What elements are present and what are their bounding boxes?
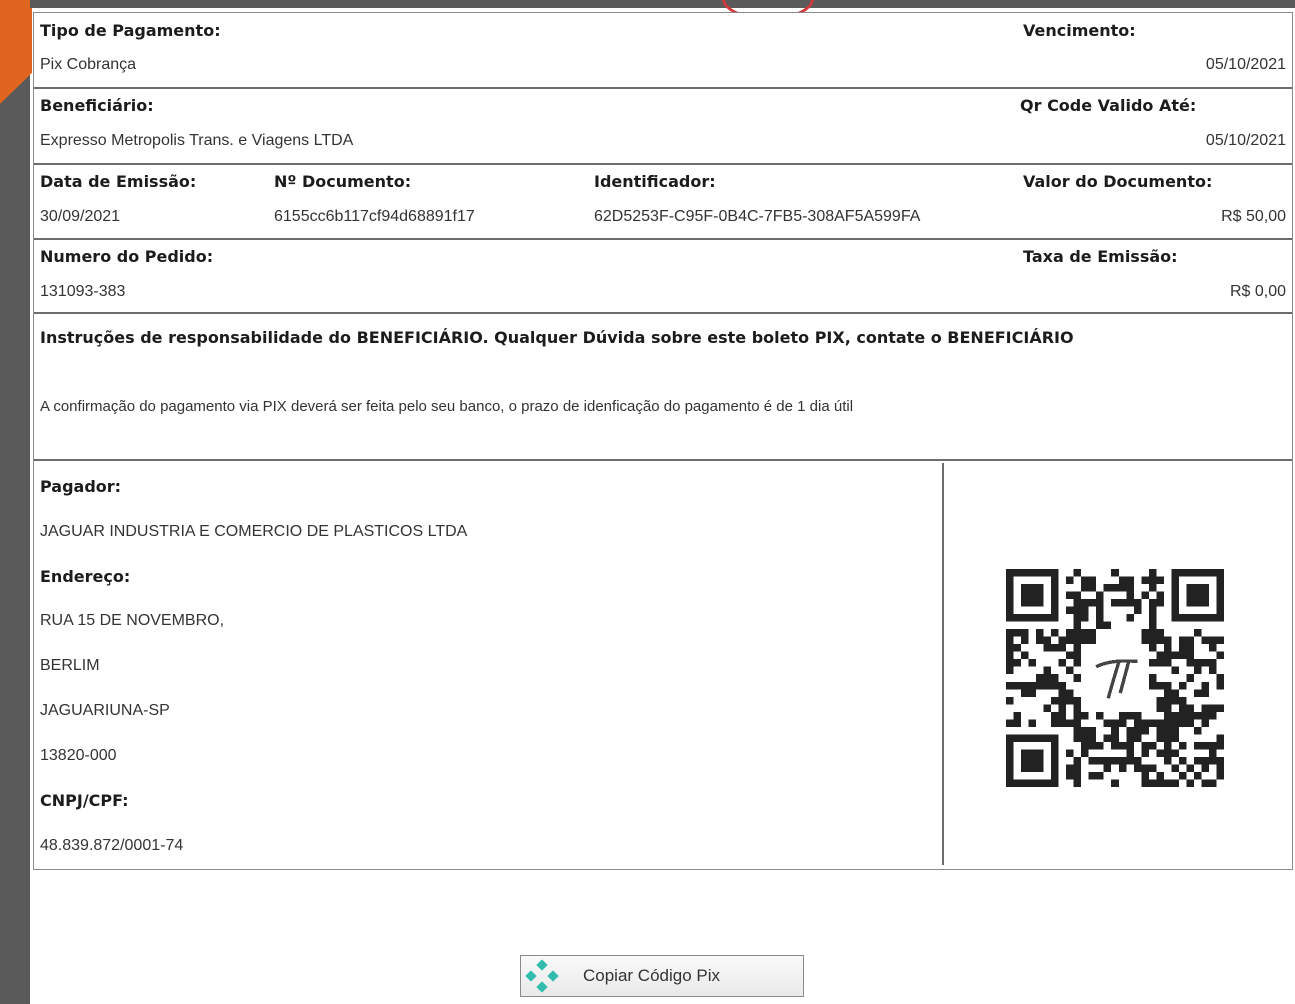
qr-code-image [1006, 569, 1224, 787]
taxa-emissao-label: Taxa de Emissão: [1023, 247, 1178, 266]
endereco-line: 13820-000 [40, 747, 117, 764]
numero-pedido-label: Numero do Pedido: [40, 247, 214, 266]
documento-value: 6155cc6b117cf94d68891f17 [274, 208, 475, 225]
qr-valido-value: 05/10/2021 [1205, 132, 1286, 149]
divider [34, 459, 1292, 461]
identificador-value: 62D5253F-C95F-0B4C-7FB5-308AF5A599FA [594, 208, 921, 225]
endereco-line: JAGUARIUNA-SP [40, 702, 170, 719]
slide-background-left [0, 0, 30, 1004]
beneficiario-value: Expresso Metropolis Trans. e Viagens LTD… [40, 132, 354, 149]
tipo-pagamento-label: Tipo de Pagamento: [40, 21, 221, 40]
valor-documento-value: R$ 50,00 [1221, 208, 1286, 225]
instrucoes-title: Instruções de responsabilidade do BENEFI… [40, 328, 1074, 347]
divider [34, 312, 1292, 314]
tipo-pagamento-value: Pix Cobrança [40, 56, 137, 73]
vencimento-label: Vencimento: [1023, 21, 1136, 40]
divider [34, 238, 1292, 240]
data-emissao-label: Data de Emissão: [40, 172, 197, 191]
identificador-label: Identificador: [594, 172, 716, 191]
beneficiario-label: Beneficiário: [40, 96, 154, 115]
slide-background-top [30, 0, 1295, 8]
endereco-line: RUA 15 DE NOVEMBRO, [40, 612, 225, 629]
taxa-emissao-value: R$ 0,00 [1229, 283, 1286, 300]
data-emissao-value: 30/09/2021 [40, 208, 121, 225]
pagador-label: Pagador: [40, 477, 122, 496]
pagador-name: JAGUAR INDUSTRIA E COMERCIO DE PLASTICOS… [40, 523, 468, 540]
cnpj-value: 48.839.872/0001-74 [40, 837, 184, 854]
valor-documento-label: Valor do Documento: [1023, 172, 1213, 191]
pix-icon [525, 959, 559, 993]
endereco-label: Endereço: [40, 567, 131, 586]
numero-pedido-value: 131093-383 [40, 283, 126, 300]
cnpj-label: CNPJ/CPF: [40, 791, 129, 810]
endereco-line: BERLIM [40, 657, 100, 674]
column-divider [942, 463, 944, 865]
copy-pix-code-label: Copiar Código Pix [583, 966, 721, 985]
vencimento-value: 05/10/2021 [1205, 56, 1286, 73]
divider [34, 163, 1292, 165]
instrucoes-text: A confirmação do pagamento via PIX dever… [40, 398, 854, 415]
qr-valido-label: Qr Code Valido Até: [1020, 96, 1197, 115]
copy-pix-code-button[interactable]: Copiar Código Pix [520, 955, 804, 997]
pix-boleto-document: Tipo de Pagamento: Pix Cobrança Vencimen… [33, 12, 1293, 870]
documento-label: Nº Documento: [274, 172, 412, 191]
divider [34, 87, 1292, 89]
